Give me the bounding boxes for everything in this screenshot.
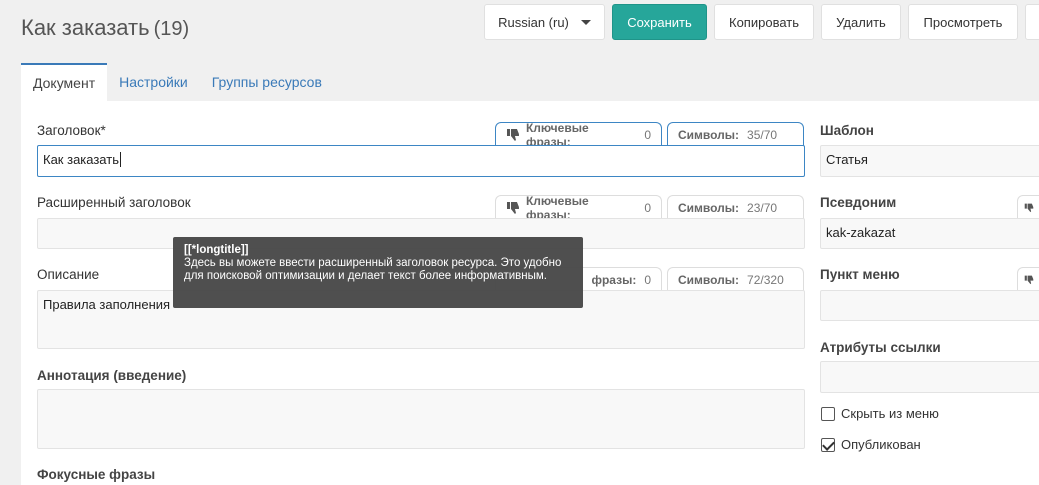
save-button[interactable]: Сохранить — [612, 4, 707, 40]
link-attributes-label: Атрибуты ссылки — [820, 340, 941, 355]
menu-title-input[interactable] — [820, 290, 1039, 321]
hide-menu-label: Скрыть из меню — [841, 406, 939, 421]
title-keywords-pill[interactable]: Ключевые фразы: 0 — [495, 121, 662, 149]
alias-input[interactable]: kak-zakazat — [820, 218, 1039, 249]
delete-button[interactable]: Удалить — [821, 4, 901, 40]
menu-title-label: Пункт меню — [820, 267, 900, 282]
view-button[interactable]: Просмотреть — [908, 4, 1018, 40]
title-symbols-label: Символы: — [678, 127, 740, 142]
published-checkbox[interactable] — [821, 437, 835, 452]
longtitle-symbols-count: 23/70 — [747, 200, 778, 215]
language-select-label: Russian (ru) — [498, 14, 569, 30]
tooltip-title: [[*longtitle]] — [184, 244, 249, 256]
title-input-value: Как заказать — [43, 152, 119, 167]
published-label: Опубликован — [841, 437, 921, 452]
hide-menu-checkbox-row[interactable]: Скрыть из меню — [821, 406, 939, 421]
introtext-textarea[interactable] — [37, 389, 805, 449]
alias-label: Псевдоним — [820, 195, 897, 210]
tooltip-text: Здесь вы можете ввести расширенный загол… — [184, 257, 562, 282]
chevron-down-icon — [580, 19, 591, 25]
thumbs-down-icon — [506, 202, 519, 214]
longtitle-symbols-label: Символы: — [678, 200, 740, 215]
tab-document[interactable]: Документ — [21, 63, 108, 101]
description-symbols-count: 72/320 — [747, 272, 784, 287]
description-label: Описание — [37, 267, 100, 282]
page-title-count: (19) — [153, 18, 190, 40]
thumbs-down-icon — [506, 129, 519, 141]
description-keywords-label: фразы: — [591, 272, 637, 287]
language-select[interactable]: Russian (ru) — [484, 4, 605, 40]
focus-phrases-label: Фокусные фразы — [37, 467, 156, 482]
template-label: Шаблон — [820, 123, 874, 138]
longtitle-keywords-pill[interactable]: Ключевые фразы: 0 — [495, 194, 662, 222]
title-keywords-count: 0 — [644, 127, 651, 142]
more-button[interactable] — [1025, 4, 1039, 40]
hide-menu-checkbox[interactable] — [821, 406, 835, 421]
published-checkbox-row[interactable]: Опубликован — [821, 437, 921, 452]
link-attributes-input[interactable] — [820, 361, 1039, 393]
longtitle-symbols-pill: Символы: 23/70 — [667, 195, 804, 219]
longtitle-keywords-count: 0 — [644, 200, 651, 215]
menu-keywords-pill[interactable] — [1017, 267, 1039, 291]
description-keywords-count: 0 — [644, 272, 651, 287]
page-title-text: Как заказать — [21, 15, 150, 40]
template-select[interactable]: Статья — [820, 145, 1039, 177]
title-symbols-pill: Символы: 35/70 — [667, 122, 804, 146]
title-symbols-count: 35/70 — [747, 127, 778, 142]
thumbs-down-icon — [1024, 203, 1034, 213]
tab-resource-groups[interactable]: Группы ресурсов — [200, 63, 334, 101]
tab-settings[interactable]: Настройки — [107, 63, 200, 101]
introtext-label: Аннотация (введение) — [37, 368, 187, 383]
copy-button[interactable]: Копировать — [714, 4, 814, 40]
tabs: Документ Настройки Группы ресурсов — [21, 63, 1039, 101]
thumbs-down-icon — [1024, 275, 1034, 285]
page-title: Как заказать (19) — [21, 15, 189, 41]
alias-keywords-pill[interactable] — [1017, 195, 1039, 219]
title-input[interactable]: Как заказать — [37, 145, 805, 177]
title-label: Заголовок* — [37, 123, 106, 138]
description-symbols-label: Символы: — [678, 272, 740, 287]
longtitle-tooltip: [[*longtitle]] Здесь вы можете ввести ра… — [173, 237, 583, 308]
longtitle-label: Расширенный заголовок — [37, 195, 191, 210]
description-symbols-pill: Символы: 72/320 — [667, 267, 804, 291]
